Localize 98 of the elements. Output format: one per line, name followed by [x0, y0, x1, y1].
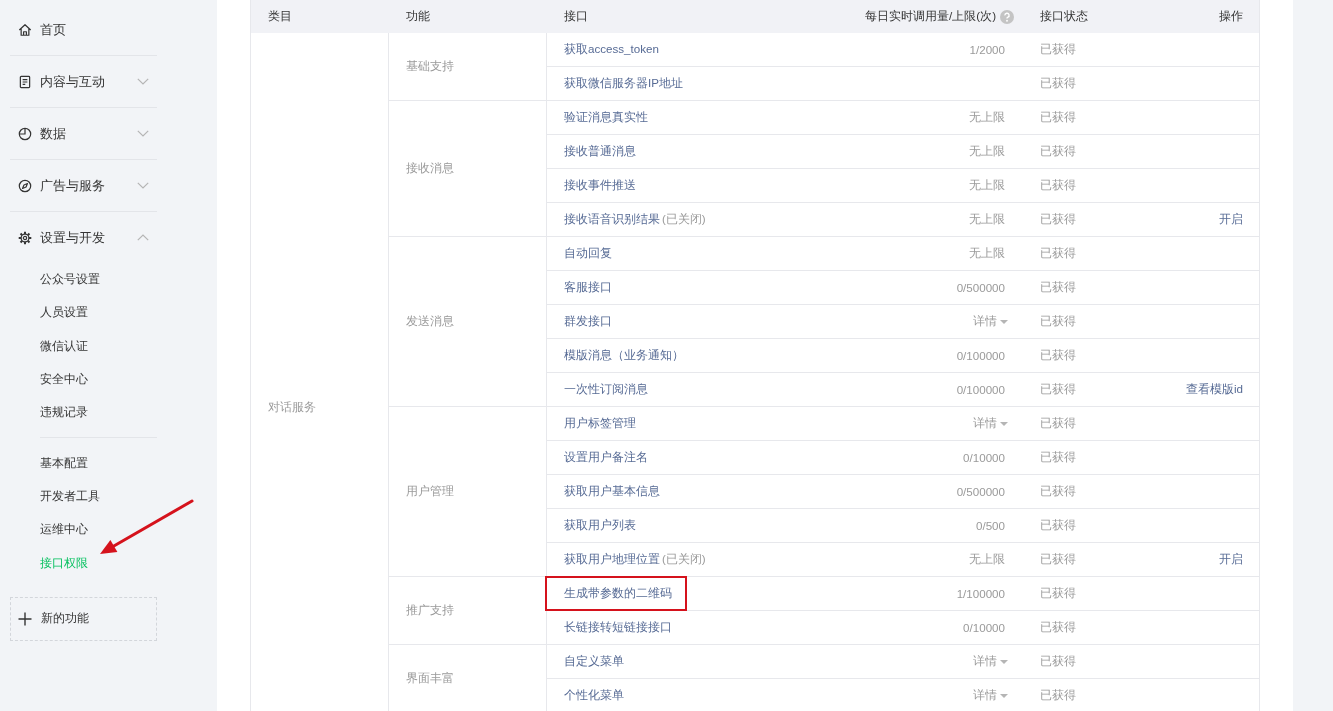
status-text: 已获得: [1040, 314, 1076, 329]
status-text: 已获得: [1040, 586, 1076, 601]
quota-text: 0/10000: [963, 451, 1005, 464]
interface-link[interactable]: 设置用户备注名: [564, 450, 648, 465]
function-cell: 发送消息: [406, 314, 454, 329]
quota-text: 无上限: [969, 212, 1005, 227]
nav-subitem[interactable]: 基本配置: [10, 446, 157, 480]
quota-text: 无上限: [969, 246, 1005, 261]
nav-subitem[interactable]: 微信认证: [10, 329, 157, 363]
compass-icon: [18, 178, 32, 193]
quota-text: 0/100000: [956, 349, 1005, 362]
interface-link[interactable]: 自动回复: [564, 246, 612, 261]
nav-subitem[interactable]: 运维中心: [10, 513, 157, 547]
status-text: 已获得: [1040, 42, 1076, 57]
details-toggle[interactable]: 详情: [973, 654, 1008, 669]
column-header: 接口状态: [1040, 9, 1088, 24]
interface-link[interactable]: 验证消息真实性: [564, 110, 648, 125]
function-cell: 基础支持: [406, 59, 454, 74]
details-toggle[interactable]: 详情: [973, 314, 1008, 329]
status-text: 已获得: [1040, 518, 1076, 533]
interface-link[interactable]: 群发接口: [564, 314, 612, 329]
interface-link[interactable]: 长链接转短链接接口: [564, 620, 672, 635]
nav-item[interactable]: 数据: [10, 108, 157, 159]
quota-text: 无上限: [969, 178, 1005, 193]
nav-item[interactable]: 设置与开发: [10, 212, 157, 263]
status-text: 已获得: [1040, 450, 1076, 465]
column-header: 功能: [406, 9, 430, 24]
nav-subitem[interactable]: 违规记录: [10, 396, 157, 430]
function-cell: 接收消息: [406, 161, 454, 176]
document-icon: [18, 74, 32, 89]
function-cell: 用户管理: [406, 484, 454, 499]
quota-text: 0/500000: [956, 281, 1005, 294]
status-note: (已关闭): [662, 552, 706, 567]
status-text: 已获得: [1040, 178, 1076, 193]
details-toggle[interactable]: 详情: [973, 416, 1008, 431]
status-text: 已获得: [1040, 688, 1076, 703]
nav-item[interactable]: 内容与互动: [10, 56, 157, 107]
status-text: 已获得: [1040, 382, 1076, 397]
quota-text: 1/100000: [956, 587, 1005, 600]
nav-subitem[interactable]: 人员设置: [10, 296, 157, 330]
interface-link[interactable]: 用户标签管理: [564, 416, 636, 431]
nav-subitem[interactable]: 开发者工具: [10, 479, 157, 514]
status-text: 已获得: [1040, 246, 1076, 261]
nav-subitem[interactable]: 安全中心: [10, 362, 157, 397]
settings-icon: [18, 230, 32, 245]
column-header: 接口: [564, 9, 588, 24]
interface-link[interactable]: 获取用户列表: [564, 518, 636, 533]
status-text: 已获得: [1040, 212, 1076, 227]
status-text: 已获得: [1040, 280, 1076, 295]
interface-link[interactable]: 客服接口: [564, 280, 612, 295]
add-feature-button[interactable]: 新的功能: [10, 596, 157, 641]
quota-text: 无上限: [969, 144, 1005, 159]
status-text: 已获得: [1040, 76, 1076, 91]
quota-text: 0/500000: [956, 485, 1005, 498]
interface-link[interactable]: 获取微信服务器IP地址: [564, 76, 683, 91]
column-header: 每日实时调用量/上限(次): [865, 9, 996, 24]
pie-chart-icon: [18, 126, 32, 141]
interface-link[interactable]: 获取access_token: [564, 42, 659, 57]
status-text: 已获得: [1040, 484, 1076, 499]
interface-link[interactable]: 接收语音识别结果: [564, 212, 660, 227]
nav-item[interactable]: 首页: [10, 4, 157, 55]
status-text: 已获得: [1040, 144, 1076, 159]
function-cell: 推广支持: [406, 603, 454, 618]
quota-text: 无上限: [969, 110, 1005, 125]
interface-link[interactable]: 接收事件推送: [564, 178, 636, 193]
interface-link[interactable]: 一次性订阅消息: [564, 382, 648, 397]
nav-subitem[interactable]: 公众号设置: [10, 263, 157, 297]
interface-link[interactable]: 获取用户地理位置: [564, 552, 660, 567]
column-header: 类目: [268, 9, 292, 24]
action-link[interactable]: 查看模版id: [1185, 382, 1243, 397]
home-icon: [18, 22, 32, 37]
quota-text: 0/10000: [963, 621, 1005, 634]
action-link[interactable]: 开启: [1219, 552, 1243, 567]
quota-text: 无上限: [969, 552, 1005, 567]
status-text: 已获得: [1040, 654, 1076, 669]
plus-icon: [18, 611, 32, 626]
status-text: 已获得: [1040, 620, 1076, 635]
status-text: 已获得: [1040, 416, 1076, 431]
nav-item[interactable]: 广告与服务: [10, 160, 157, 211]
status-text: 已获得: [1040, 110, 1076, 125]
help-icon[interactable]: [1000, 9, 1014, 24]
interface-link[interactable]: 接收普通消息: [564, 144, 636, 159]
status-note: (已关闭): [662, 212, 706, 227]
column-header: 操作: [1219, 9, 1243, 24]
quota-text: 0/100000: [956, 383, 1005, 396]
function-cell: 界面丰富: [406, 671, 454, 686]
interface-link[interactable]: 获取用户基本信息: [564, 484, 660, 499]
interface-link[interactable]: 自定义菜单: [564, 654, 624, 669]
interface-link[interactable]: 模版消息（业务通知）: [564, 348, 684, 363]
status-text: 已获得: [1040, 552, 1076, 567]
status-text: 已获得: [1040, 348, 1076, 363]
interface-link[interactable]: 生成带参数的二维码: [564, 586, 672, 601]
quota-text: 0/500: [976, 519, 1005, 532]
details-toggle[interactable]: 详情: [973, 688, 1008, 703]
action-link[interactable]: 开启: [1219, 212, 1243, 227]
category-cell: 对话服务: [268, 399, 316, 415]
quota-text: 1/2000: [969, 43, 1005, 56]
interface-link[interactable]: 个性化菜单: [564, 688, 624, 703]
